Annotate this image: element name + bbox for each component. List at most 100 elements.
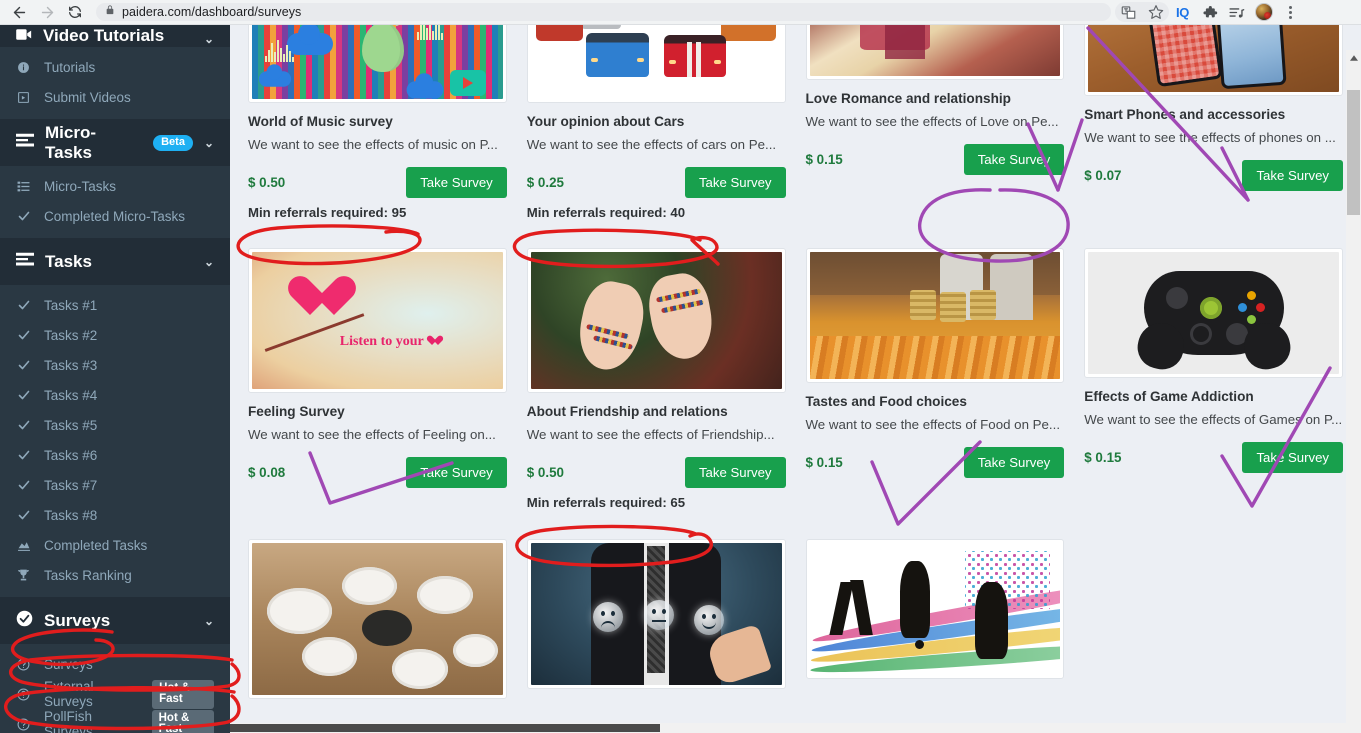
survey-card: Effects of Game Addiction We want to see… — [1084, 247, 1343, 510]
address-bar[interactable]: paidera.com/dashboard/surveys — [96, 3, 1111, 21]
sidebar-item-label: Surveys — [44, 656, 93, 672]
sidebar-item-tasks-6[interactable]: Tasks #6 — [0, 440, 230, 470]
sidebar-item-label: Tasks #7 — [44, 477, 98, 493]
survey-image-feeling: Listen to your — [248, 247, 507, 393]
take-survey-button[interactable]: Take Survey — [406, 457, 507, 489]
sidebar-item-tasks-ranking[interactable]: Tasks Ranking — [0, 560, 230, 590]
reload-button[interactable] — [62, 1, 88, 23]
check-icon — [16, 479, 31, 491]
survey-image-friendship — [526, 247, 786, 393]
take-survey-button[interactable]: Take Survey — [1242, 442, 1343, 474]
survey-price: $ 0.25 — [526, 175, 564, 191]
avatar[interactable] — [1250, 1, 1277, 23]
star-icon[interactable] — [1142, 1, 1169, 23]
survey-card: World of Music survey We want to see the… — [248, 25, 507, 220]
sidebar-item-label: Tasks #1 — [44, 297, 98, 313]
sidebar-item-label: Tutorials — [44, 59, 96, 75]
survey-title: Your opinion about Cars — [526, 114, 685, 129]
sidebar-submenu-video-tutorials: Tutorials Submit Videos — [0, 47, 230, 119]
survey-image-games — [1084, 247, 1343, 378]
take-survey-button[interactable]: Take Survey — [963, 144, 1065, 176]
sidebar-item-label: External Surveys — [44, 679, 94, 709]
back-button[interactable] — [6, 1, 32, 23]
take-survey-button[interactable]: Take Survey — [1242, 160, 1343, 192]
sidebar-item-tasks-4[interactable]: Tasks #4 — [0, 380, 230, 410]
sidebar-item-label: Completed Tasks — [44, 537, 148, 553]
sidebar-item-tasks-2[interactable]: Tasks #2 — [0, 320, 230, 350]
survey-title: Effects of Game Addiction — [1084, 388, 1254, 404]
take-survey-button[interactable]: Take Survey — [684, 457, 786, 489]
sidebar-section-title: Tasks — [45, 251, 92, 271]
vertical-scrollbar-thumb[interactable] — [1347, 90, 1360, 215]
scroll-up-arrow[interactable] — [1346, 50, 1361, 65]
sidebar-item-tasks-1[interactable]: Tasks #1 — [0, 290, 230, 320]
sidebar-item-pollfish-surveys[interactable]: PollFish Surveys Hot & Fast — [0, 709, 230, 733]
survey-card: MUCH AS I WILL TOMOROW. Love Romance and… — [805, 25, 1065, 220]
check-icon — [16, 359, 31, 371]
survey-footer: $ 0.50 Take Survey — [248, 167, 507, 199]
sidebar-item-tasks-8[interactable]: Tasks #8 — [0, 500, 230, 530]
survey-grid: World of Music survey We want to see the… — [248, 25, 1343, 699]
take-survey-button[interactable]: Take Survey — [684, 167, 786, 199]
sidebar-item-tasks-5[interactable]: Tasks #5 — [0, 410, 230, 440]
playlist-music-icon[interactable] — [1223, 1, 1250, 23]
survey-grid-area: World of Music survey We want to see the… — [230, 25, 1361, 733]
take-survey-button[interactable]: Take Survey — [406, 167, 507, 199]
survey-title: World of Music survey — [248, 114, 393, 129]
sidebar-item-tasks-7[interactable]: Tasks #7 — [0, 470, 230, 500]
iq-extension-icon[interactable]: IQ — [1169, 1, 1196, 23]
trophy-icon — [16, 568, 31, 582]
sidebar-item-completed-tasks[interactable]: Completed Tasks — [0, 530, 230, 560]
sidebar-section-micro-tasks[interactable]: Micro-Tasks Beta ⌄ — [0, 119, 230, 166]
sidebar: Video Tutorials ⌄ Tutorials Submit Video… — [0, 25, 230, 733]
survey-footer: $ 0.08 Take Survey — [248, 457, 507, 489]
horizontal-scrollbar-thumb[interactable] — [230, 724, 660, 732]
video-file-icon — [16, 91, 31, 104]
horizontal-scrollbar[interactable] — [230, 723, 1346, 733]
question-icon — [16, 688, 31, 701]
sidebar-item-surveys[interactable]: Surveys — [0, 649, 230, 679]
sidebar-section-title: Micro-Tasks — [45, 122, 96, 162]
sidebar-item-external-surveys[interactable]: External Surveys Hot & Fast — [0, 679, 230, 709]
browser-menu-button[interactable] — [1277, 1, 1304, 23]
survey-price: $ 0.07 — [1084, 168, 1122, 184]
chevron-down-icon: ⌄ — [203, 613, 214, 628]
sidebar-section-tasks[interactable]: Tasks ⌄ — [0, 238, 230, 285]
sidebar-item-micro-tasks[interactable]: Micro-Tasks — [0, 171, 230, 201]
tasks-icon — [16, 252, 34, 272]
sidebar-item-tasks-3[interactable]: Tasks #3 — [0, 350, 230, 380]
sidebar-item-tutorials[interactable]: Tutorials — [0, 52, 230, 82]
forward-button[interactable] — [34, 1, 60, 23]
puzzle-icon[interactable] — [1196, 1, 1223, 23]
sidebar-item-submit-videos[interactable]: Submit Videos — [0, 82, 230, 112]
survey-image-food — [805, 247, 1065, 383]
survey-price: $ 0.15 — [805, 455, 843, 471]
chart-icon — [16, 539, 31, 552]
status-badge: Beta — [153, 134, 193, 151]
chevron-down-icon: ⌄ — [203, 254, 214, 269]
survey-image-faces — [526, 538, 786, 689]
survey-image-romance: MUCH AS I WILL TOMOROW. — [805, 25, 1065, 80]
survey-title: About Friendship and relations — [526, 403, 728, 419]
survey-card: Listen to your Feeling Survey We want to… — [248, 247, 507, 510]
survey-description: We want to see the effects of music on P… — [248, 136, 498, 152]
list-icon — [16, 180, 31, 193]
sidebar-item-completed-micro-tasks[interactable]: Completed Micro-Tasks — [0, 201, 230, 231]
take-survey-button[interactable]: Take Survey — [963, 447, 1065, 479]
browser-nav-buttons — [0, 1, 88, 23]
survey-title: Tastes and Food choices — [805, 393, 967, 409]
sidebar-section-title: Video Tutorials — [43, 26, 165, 45]
sidebar-item-label: Tasks #6 — [44, 447, 98, 463]
sidebar-item-label: Tasks #8 — [44, 507, 98, 523]
video-icon — [16, 26, 32, 46]
sidebar-item-label: Tasks #2 — [44, 327, 98, 343]
sidebar-section-video-tutorials[interactable]: Video Tutorials ⌄ — [0, 25, 230, 47]
check-icon — [16, 210, 31, 222]
survey-card: Smart Phones and accessories We want to … — [1084, 25, 1343, 220]
translate-icon[interactable] — [1115, 1, 1142, 23]
vertical-scrollbar[interactable] — [1346, 50, 1361, 733]
sidebar-section-surveys[interactable]: Surveys ⌄ — [0, 597, 230, 644]
image-caption: Listen to your — [340, 334, 438, 350]
sidebar-item-label: Tasks Ranking — [44, 567, 132, 583]
check-circle-icon — [16, 610, 33, 632]
